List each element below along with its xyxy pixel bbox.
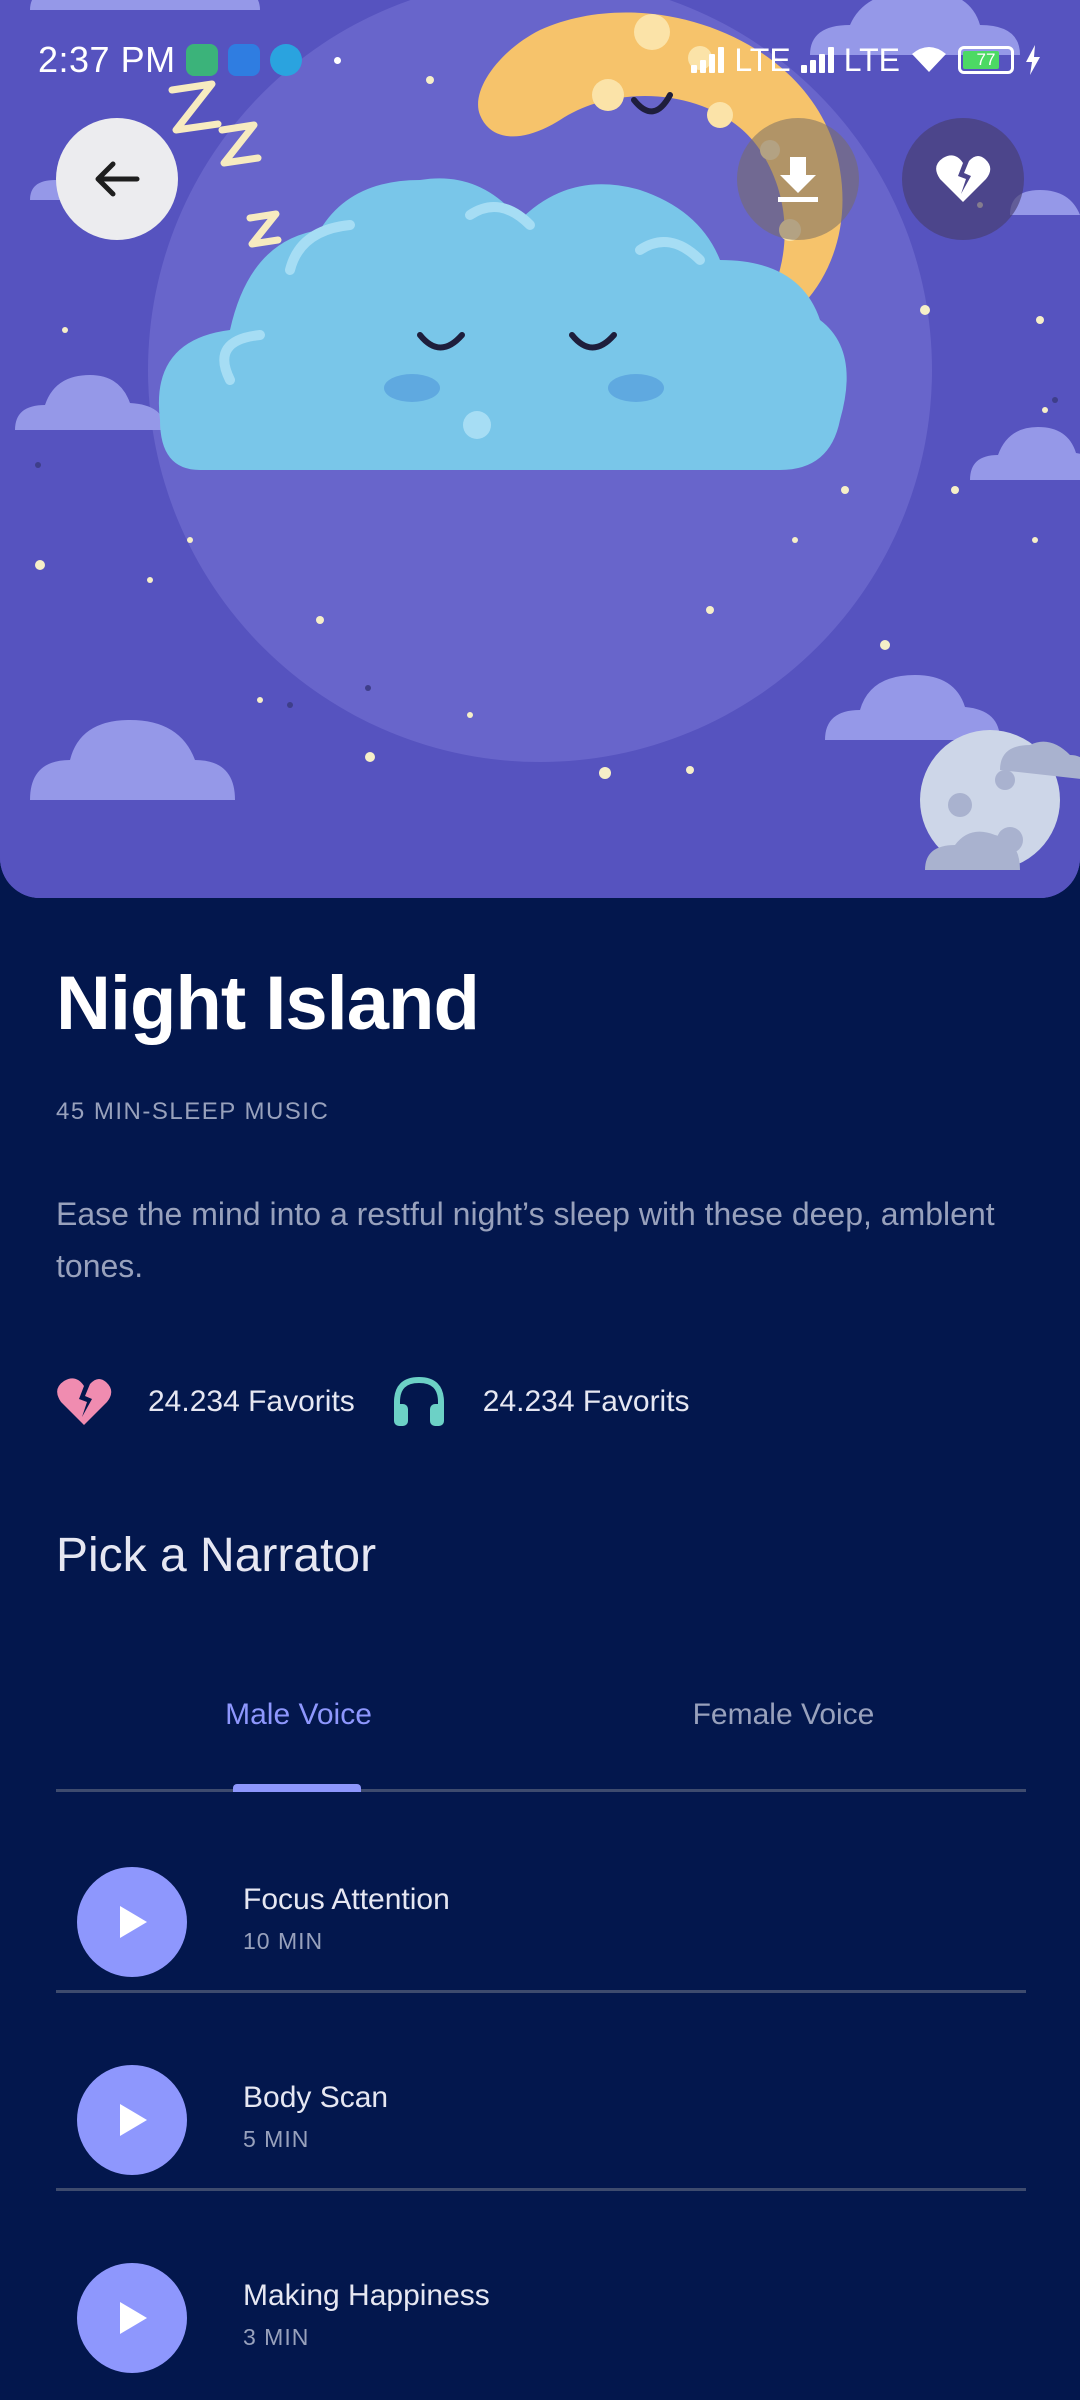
broken-heart-icon xyxy=(936,155,991,202)
narrator-tabs: Male Voice Female Voice xyxy=(56,1698,1026,1792)
track-meta: 45 MIN-SLEEP MUSIC xyxy=(56,1098,330,1125)
play-icon xyxy=(120,2104,147,2136)
headphones-icon xyxy=(393,1376,444,1426)
download-icon xyxy=(778,157,818,202)
signal-icon xyxy=(800,47,834,73)
charging-icon xyxy=(1026,45,1040,75)
sleep-illustration xyxy=(0,0,1080,898)
more-notifications-dot xyxy=(333,56,341,64)
hero-banner: 2:37 PM LTE LTE 77 xyxy=(0,0,1080,898)
download-button[interactable] xyxy=(737,118,859,240)
arrow-left-icon xyxy=(95,161,140,197)
battery-level: 77 xyxy=(976,50,996,69)
play-icon xyxy=(120,1906,147,1938)
track-list: Focus Attention 10 MIN Body Scan 5 MIN M… xyxy=(56,1795,1026,2389)
active-tab-indicator xyxy=(233,1784,361,1792)
play-icon xyxy=(120,2302,147,2334)
track-title: Focus Attention xyxy=(243,1883,450,1916)
wifi-icon xyxy=(912,47,946,72)
telegram-icon xyxy=(269,44,302,76)
play-button[interactable] xyxy=(77,2065,187,2175)
track-duration: 10 MIN xyxy=(243,1928,324,1954)
list-item[interactable]: Focus Attention 10 MIN xyxy=(56,1795,1026,1993)
stats-row: 24.234 Favorits 24.234 Favorits xyxy=(56,1376,690,1428)
track-duration: 5 MIN xyxy=(243,2126,310,2152)
network-type-1: LTE xyxy=(734,41,791,78)
description-text: Ease the mind into a restful night’s sle… xyxy=(56,1196,995,1284)
list-item[interactable]: Body Scan 5 MIN xyxy=(56,1993,1026,2191)
track-title: Making Happiness xyxy=(243,2279,490,2312)
listens-count: 24.234 Favorits xyxy=(482,1385,690,1418)
play-button[interactable] xyxy=(77,1867,187,1977)
play-button[interactable] xyxy=(77,2263,187,2373)
status-bar: 2:37 PM LTE LTE 77 xyxy=(0,0,1080,120)
narrator-heading: Pick a Narrator xyxy=(56,1529,377,1582)
favorites-stat: 24.234 Favorits xyxy=(56,1377,355,1427)
broken-heart-icon xyxy=(57,1378,112,1425)
list-item[interactable]: Making Happiness 3 MIN xyxy=(56,2191,1026,2389)
network-type-2: LTE xyxy=(843,41,900,78)
notification-app-icon xyxy=(185,44,218,76)
status-time: 2:37 PM xyxy=(38,39,176,80)
track-duration: 3 MIN xyxy=(243,2324,310,2350)
track-title: Body Scan xyxy=(243,2081,389,2114)
app-screen: 2:37 PM LTE LTE 77 Night Island 45 MIN-S… xyxy=(0,0,1080,2400)
tab-male-voice[interactable]: Male Voice xyxy=(56,1698,541,1792)
notification-app-icon xyxy=(227,44,260,76)
battery-icon: 77 xyxy=(958,46,1014,74)
tab-female-voice[interactable]: Female Voice xyxy=(541,1698,1026,1792)
signal-icon xyxy=(691,47,725,73)
page-title: Night Island xyxy=(56,961,480,1046)
favorite-button[interactable] xyxy=(902,118,1024,240)
back-button[interactable] xyxy=(56,118,178,240)
listens-stat: 24.234 Favorits xyxy=(391,1376,690,1428)
favorites-count: 24.234 Favorits xyxy=(148,1385,355,1418)
